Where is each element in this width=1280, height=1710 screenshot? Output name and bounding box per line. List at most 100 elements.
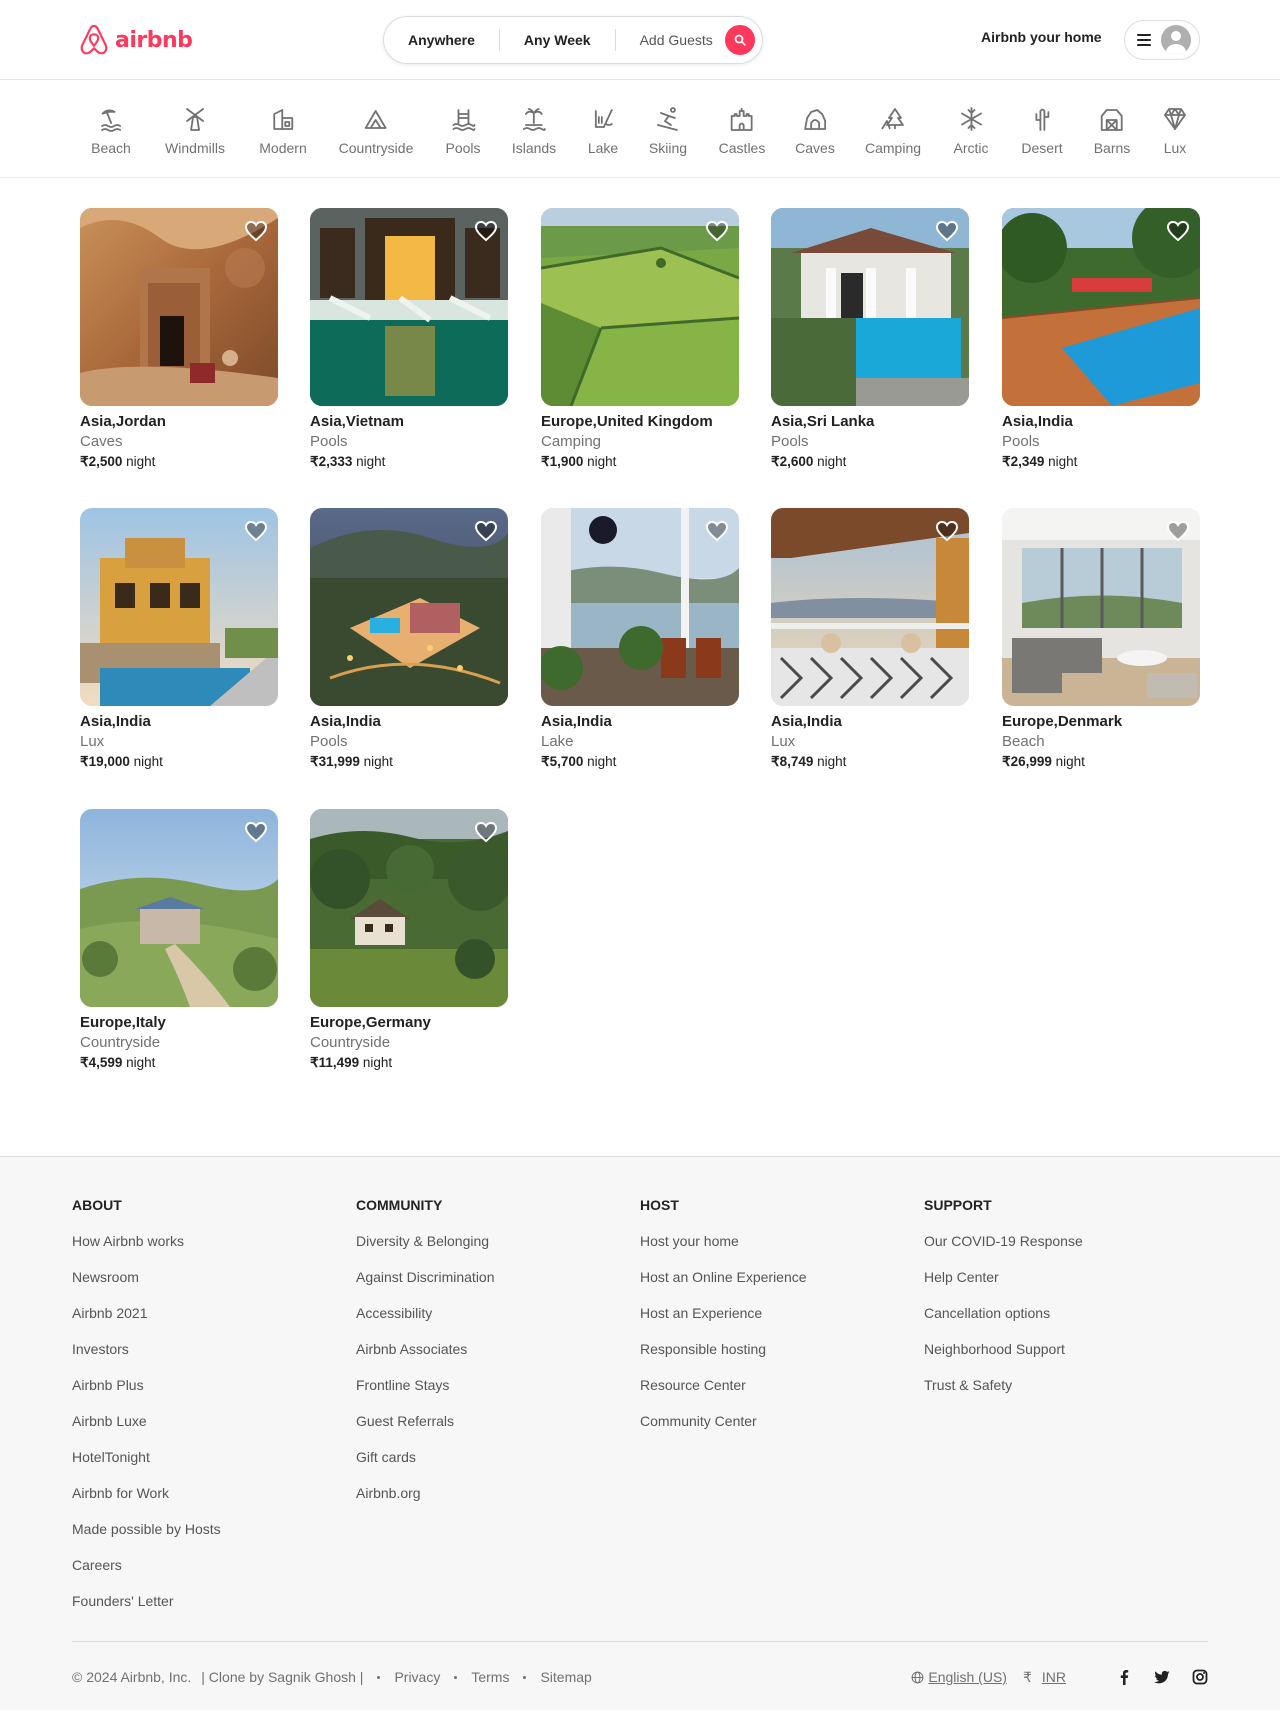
heart-icon[interactable] bbox=[474, 821, 498, 843]
currency-selector[interactable]: ₹ INR bbox=[1023, 1669, 1066, 1686]
footer-link[interactable]: Against Discrimination bbox=[356, 1267, 495, 1303]
listing-card[interactable]: Asia,India Lake ₹5,700 night bbox=[541, 508, 739, 772]
footer-link[interactable]: Help Center bbox=[924, 1267, 1083, 1303]
footer-link[interactable]: Our COVID-19 Response bbox=[924, 1231, 1083, 1267]
heart-icon[interactable] bbox=[474, 520, 498, 542]
footer-link[interactable]: Guest Referrals bbox=[356, 1411, 495, 1447]
sitemap-link[interactable]: Sitemap bbox=[540, 1669, 591, 1685]
category-islands[interactable]: Islands bbox=[512, 106, 556, 156]
footer-link[interactable]: Airbnb for Work bbox=[72, 1483, 221, 1519]
listing-image[interactable] bbox=[541, 208, 739, 406]
category-lux[interactable]: Lux bbox=[1162, 106, 1188, 156]
footer-link[interactable]: Airbnb Associates bbox=[356, 1339, 495, 1375]
footer-link[interactable]: Investors bbox=[72, 1339, 221, 1375]
heart-icon[interactable] bbox=[1166, 220, 1190, 242]
category-castles[interactable]: Castles bbox=[719, 106, 765, 156]
listing-price-amount: ₹8,749 bbox=[771, 754, 814, 769]
search-any-week[interactable]: Any Week bbox=[500, 32, 615, 48]
listing-card[interactable]: Asia,India Lux ₹19,000 night bbox=[80, 508, 278, 772]
footer-link[interactable]: HotelTonight bbox=[72, 1447, 221, 1483]
footer-link[interactable]: Responsible hosting bbox=[640, 1339, 807, 1375]
listing-image[interactable] bbox=[1002, 208, 1200, 406]
host-your-home-link[interactable]: Airbnb your home bbox=[981, 29, 1102, 45]
listing-image[interactable] bbox=[310, 508, 508, 706]
listing-image[interactable] bbox=[771, 208, 969, 406]
footer-link[interactable]: Airbnb Luxe bbox=[72, 1411, 221, 1447]
listing-card[interactable]: Asia,Vietnam Pools ₹2,333 night bbox=[310, 208, 508, 472]
listing-image[interactable] bbox=[541, 508, 739, 706]
footer-link[interactable]: Host an Experience bbox=[640, 1303, 807, 1339]
listing-image[interactable] bbox=[80, 208, 278, 406]
footer-link[interactable]: Diversity & Belonging bbox=[356, 1231, 495, 1267]
listing-image[interactable] bbox=[310, 809, 508, 1007]
instagram-icon[interactable] bbox=[1192, 1669, 1208, 1685]
category-arctic[interactable]: Arctic bbox=[954, 106, 989, 156]
listing-card[interactable]: Europe,United Kingdom Camping ₹1,900 nig… bbox=[541, 208, 739, 472]
category-barns[interactable]: Barns bbox=[1094, 106, 1130, 156]
listing-image[interactable] bbox=[80, 508, 278, 706]
twitter-icon[interactable] bbox=[1154, 1669, 1170, 1685]
footer-link[interactable]: Airbnb Plus bbox=[72, 1375, 221, 1411]
footer-link[interactable]: Community Center bbox=[640, 1411, 807, 1447]
search-bar[interactable]: Anywhere Any Week Add Guests bbox=[383, 16, 763, 64]
footer-column-support: SUPPORT Our COVID-19 Response Help Cente… bbox=[924, 1195, 1083, 1411]
airbnb-logo[interactable]: airbnb bbox=[79, 22, 193, 58]
heart-icon[interactable] bbox=[705, 220, 729, 242]
listing-card[interactable]: Europe,Denmark Beach ₹26,999 night bbox=[1002, 508, 1200, 772]
footer-link[interactable]: Trust & Safety bbox=[924, 1375, 1083, 1411]
heart-icon[interactable] bbox=[474, 220, 498, 242]
search-add-guests[interactable]: Add Guests bbox=[616, 32, 725, 48]
footer-link[interactable]: Host your home bbox=[640, 1231, 807, 1267]
heart-icon[interactable] bbox=[705, 520, 729, 542]
footer-link[interactable]: Airbnb 2021 bbox=[72, 1303, 221, 1339]
heart-icon[interactable] bbox=[244, 520, 268, 542]
search-button[interactable] bbox=[724, 25, 755, 55]
heart-icon[interactable] bbox=[935, 520, 959, 542]
category-beach[interactable]: Beach bbox=[91, 106, 131, 156]
footer-link[interactable]: Accessibility bbox=[356, 1303, 495, 1339]
footer-link[interactable]: Neighborhood Support bbox=[924, 1339, 1083, 1375]
footer-link[interactable]: Airbnb.org bbox=[356, 1483, 495, 1519]
heart-icon[interactable] bbox=[244, 821, 268, 843]
footer-link[interactable]: Host an Online Experience bbox=[640, 1267, 807, 1303]
user-menu-button[interactable] bbox=[1124, 20, 1200, 60]
category-countryside[interactable]: Countryside bbox=[339, 106, 413, 156]
listing-card[interactable]: Asia,India Pools ₹31,999 night bbox=[310, 508, 508, 772]
footer-link[interactable]: Cancellation options bbox=[924, 1303, 1083, 1339]
listing-card[interactable]: Asia,India Lux ₹8,749 night bbox=[771, 508, 969, 772]
category-windmills[interactable]: Windmills bbox=[165, 106, 225, 156]
search-anywhere[interactable]: Anywhere bbox=[384, 32, 499, 48]
listing-image[interactable] bbox=[310, 208, 508, 406]
heart-icon[interactable] bbox=[1166, 520, 1190, 542]
listing-image[interactable] bbox=[771, 508, 969, 706]
footer-link[interactable]: Careers bbox=[72, 1555, 221, 1591]
heart-icon[interactable] bbox=[935, 220, 959, 242]
footer-link[interactable]: Resource Center bbox=[640, 1375, 807, 1411]
listing-card[interactable]: Asia,Jordan Caves ₹2,500 night bbox=[80, 208, 278, 472]
category-caves[interactable]: Caves bbox=[795, 106, 835, 156]
heart-icon[interactable] bbox=[244, 220, 268, 242]
listing-card[interactable]: Asia,India Pools ₹2,349 night bbox=[1002, 208, 1200, 472]
facebook-icon[interactable] bbox=[1116, 1669, 1132, 1685]
category-desert[interactable]: Desert bbox=[1021, 106, 1063, 156]
footer-column-title: ABOUT bbox=[72, 1197, 122, 1213]
footer-link[interactable]: Newsroom bbox=[72, 1267, 221, 1303]
category-modern[interactable]: Modern bbox=[259, 106, 307, 156]
listing-card[interactable]: Europe,Germany Countryside ₹11,499 night bbox=[310, 809, 508, 1073]
footer-link[interactable]: Made possible by Hosts bbox=[72, 1519, 221, 1555]
footer-link[interactable]: Frontline Stays bbox=[356, 1375, 495, 1411]
terms-link[interactable]: Terms bbox=[471, 1669, 509, 1685]
listing-card[interactable]: Europe,Italy Countryside ₹4,599 night bbox=[80, 809, 278, 1073]
footer-link[interactable]: Founders' Letter bbox=[72, 1591, 221, 1627]
footer-link[interactable]: Gift cards bbox=[356, 1447, 495, 1483]
language-selector[interactable]: English (US) bbox=[911, 1669, 1007, 1685]
listing-card[interactable]: Asia,Sri Lanka Pools ₹2,600 night bbox=[771, 208, 969, 472]
footer-link[interactable]: How Airbnb works bbox=[72, 1231, 221, 1267]
category-lake[interactable]: Lake bbox=[588, 106, 618, 156]
category-skiing[interactable]: Skiing bbox=[649, 106, 687, 156]
category-pools[interactable]: Pools bbox=[445, 106, 481, 156]
listing-image[interactable] bbox=[1002, 508, 1200, 706]
privacy-link[interactable]: Privacy bbox=[394, 1669, 440, 1685]
category-camping[interactable]: Camping bbox=[865, 106, 921, 156]
listing-image[interactable] bbox=[80, 809, 278, 1007]
